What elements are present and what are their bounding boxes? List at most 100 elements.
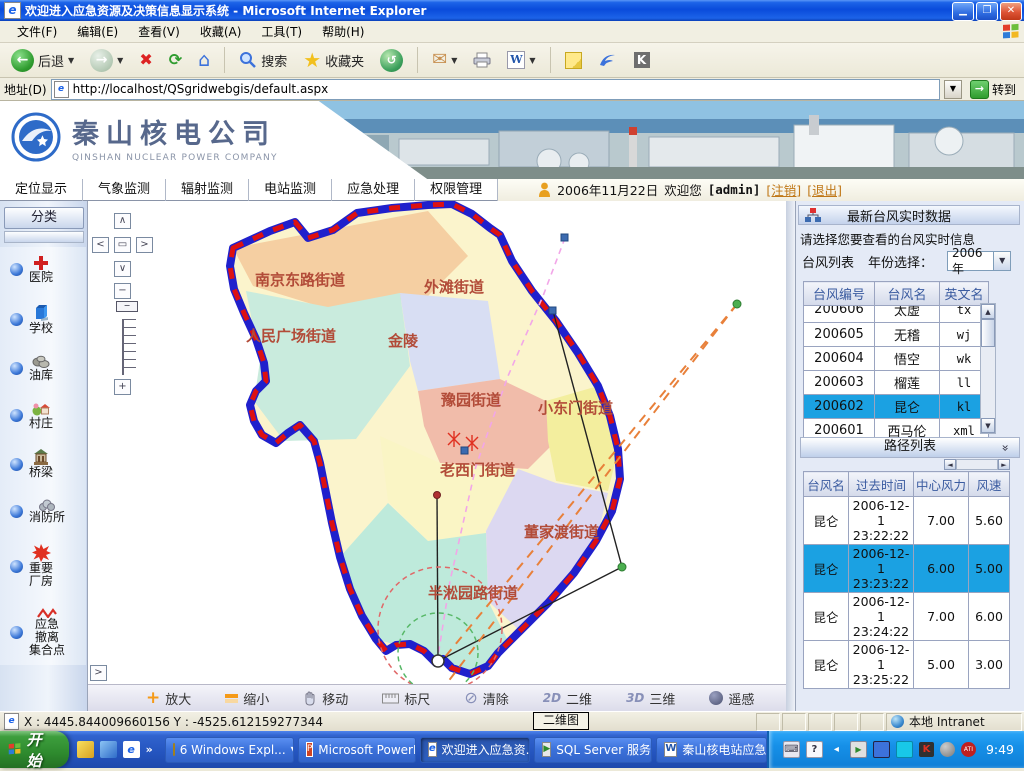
scroll-up-icon[interactable]: ▲ bbox=[981, 304, 995, 319]
typhoon-row[interactable]: 200605 无稽 wj bbox=[804, 323, 989, 347]
zoom-plus-button[interactable]: + bbox=[114, 379, 131, 395]
detail-row[interactable]: 昆仑 2006-12-1 23:22:22 7.00 5.60 bbox=[804, 497, 1010, 545]
pan-down-button[interactable]: ∨ bbox=[114, 261, 131, 277]
ati-tray-icon[interactable]: ATI bbox=[961, 742, 976, 757]
col-header-typhoon-id[interactable]: 台风编号 bbox=[804, 282, 875, 306]
scroll-left-icon[interactable]: ◄ bbox=[944, 459, 956, 470]
refresh-button[interactable]: ⟳ bbox=[164, 50, 187, 70]
col-header-name[interactable]: 台风名 bbox=[804, 472, 849, 497]
detail-row-selected[interactable]: 昆仑 2006-12-1 23:23:22 6.00 5.00 bbox=[804, 545, 1010, 593]
zoom-slider-handle[interactable]: − bbox=[116, 301, 138, 312]
pan-left-button[interactable]: < bbox=[92, 237, 109, 253]
logout-link[interactable]: [注销] bbox=[766, 180, 801, 199]
sidebar-item-oil-depot[interactable]: 油库 bbox=[0, 355, 86, 382]
mini-horizontal-scrollbar[interactable]: ◄ ► bbox=[944, 459, 1010, 470]
tab-location-display[interactable]: 定位显示 bbox=[0, 179, 83, 201]
maximize-button[interactable]: ❐ bbox=[976, 2, 998, 21]
sidebar-item-key-plant[interactable]: 重要 厂房 bbox=[0, 544, 86, 588]
task-ie-current[interactable]: e 欢迎进入应急资... bbox=[420, 737, 531, 763]
home-button[interactable]: ⌂ bbox=[193, 49, 215, 72]
messenger-button[interactable] bbox=[593, 50, 623, 70]
notes-button[interactable] bbox=[560, 50, 587, 71]
pan-right-button[interactable]: > bbox=[136, 237, 153, 253]
sidebar-item-school[interactable]: 学校 bbox=[0, 304, 86, 335]
mode-3d-tool[interactable]: 3D 三维 bbox=[626, 689, 675, 708]
typhoon-table-scrollbar[interactable]: ▲ ▼ bbox=[980, 303, 996, 434]
col-header-center-wind[interactable]: 中心风力 bbox=[914, 472, 969, 497]
zoom-out-tool[interactable]: 缩小 bbox=[225, 689, 269, 708]
edit-word-button[interactable]: W▼ bbox=[502, 49, 540, 71]
sidebar-expand-button[interactable]: > bbox=[90, 665, 107, 681]
quick-launch-ie-icon[interactable]: e bbox=[123, 741, 140, 758]
panel-splitter[interactable] bbox=[786, 201, 795, 711]
tab-permission-manage[interactable]: 权限管理 bbox=[415, 179, 498, 201]
address-input[interactable]: e http://localhost/QSgridwebgis/default.… bbox=[51, 79, 940, 100]
scroll-thumb[interactable] bbox=[981, 319, 995, 347]
exit-link[interactable]: [退出] bbox=[807, 180, 842, 199]
volume-tray-icon[interactable] bbox=[940, 742, 955, 757]
zoom-in-tool[interactable]: + 放大 bbox=[146, 689, 191, 708]
col-header-typhoon-name[interactable]: 台风名 bbox=[875, 282, 940, 306]
remote-sensing-tool[interactable]: 遥感 bbox=[709, 689, 754, 708]
sidebar-item-village[interactable]: 村庄 bbox=[0, 402, 86, 430]
keyboard-tray-icon[interactable]: ⌨ bbox=[783, 741, 800, 758]
go-button[interactable]: → 转到 bbox=[966, 79, 1020, 100]
tab-weather-monitor[interactable]: 气象监测 bbox=[83, 179, 166, 201]
pan-tool[interactable]: 移动 bbox=[303, 689, 348, 708]
sql-tray-icon[interactable]: ▶ bbox=[850, 741, 867, 758]
task-windows-explorer-group[interactable]: 6 Windows Expl... ▼ bbox=[165, 737, 294, 763]
favorites-button[interactable]: ★ 收藏夹 bbox=[298, 48, 369, 72]
menu-help[interactable]: 帮助(H) bbox=[313, 21, 373, 42]
path-list-bar[interactable]: 路径列表 » bbox=[800, 437, 1020, 458]
year-select[interactable]: 2006年 ▼ bbox=[947, 251, 1011, 271]
hide-icons-chevron[interactable]: ◂ bbox=[829, 742, 844, 757]
map-canvas[interactable]: 南京东路街道 外滩街道 人民广场街道 金陵 豫园街道 小东门街道 老西门街道 董… bbox=[88, 201, 795, 684]
tab-emergency-handling[interactable]: 应急处理 bbox=[332, 179, 415, 201]
typhoon-row-selected[interactable]: 200602 昆仑 kl bbox=[804, 395, 989, 419]
detail-row[interactable]: 昆仑 2006-12-1 23:25:22 5.00 3.00 bbox=[804, 641, 1010, 689]
col-header-past-time[interactable]: 过去时间 bbox=[849, 472, 914, 497]
start-button[interactable]: 开始 bbox=[0, 731, 69, 768]
print-button[interactable] bbox=[468, 50, 496, 70]
search-button[interactable]: 搜索 bbox=[234, 49, 292, 72]
menu-tools[interactable]: 工具(T) bbox=[252, 21, 311, 42]
taskbar-clock[interactable]: 9:49 bbox=[986, 742, 1014, 757]
task-word-doc[interactable]: W 秦山核电站应急... bbox=[656, 737, 767, 763]
typhoon-row[interactable]: 200606 太虚 tx bbox=[804, 306, 989, 323]
detail-row[interactable]: 昆仑 2006-12-1 23:24:22 7.00 6.00 bbox=[804, 593, 1010, 641]
antivirus-button[interactable]: K bbox=[629, 50, 655, 70]
address-dropdown-button[interactable]: ▼ bbox=[944, 80, 962, 99]
tab-station-monitor[interactable]: 电站监测 bbox=[249, 179, 332, 201]
mail-button[interactable]: ✉▼ bbox=[427, 49, 462, 71]
scroll-right-icon[interactable]: ► bbox=[998, 459, 1010, 470]
category-header[interactable]: 分类 bbox=[4, 207, 84, 229]
sidebar-item-fire-station[interactable]: 消防所 bbox=[0, 499, 86, 524]
sidebar-item-assembly-point[interactable]: 应急 撤离 集合点 bbox=[0, 608, 86, 657]
typhoon-row[interactable]: 200603 榴莲 ll bbox=[804, 371, 989, 395]
menu-favorites[interactable]: 收藏(A) bbox=[191, 21, 251, 42]
full-extent-button[interactable]: ▭ bbox=[114, 237, 131, 253]
history-button[interactable]: ↺ bbox=[375, 47, 408, 74]
menu-file[interactable]: 文件(F) bbox=[8, 21, 66, 42]
tab-radiation-monitor[interactable]: 辐射监测 bbox=[166, 179, 249, 201]
quick-launch-icon[interactable] bbox=[100, 741, 117, 758]
scroll-down-icon[interactable]: ▼ bbox=[981, 418, 995, 433]
clear-tool[interactable]: ⊘ 清除 bbox=[464, 689, 508, 708]
task-powerpoint[interactable]: P Microsoft PowerP... bbox=[298, 737, 416, 763]
help-tray-icon[interactable]: ? bbox=[806, 741, 823, 758]
back-button[interactable]: ← 后退▼ bbox=[6, 47, 79, 74]
quick-launch-overflow-icon[interactable]: » bbox=[146, 743, 153, 756]
network-tray-icon[interactable] bbox=[873, 741, 890, 758]
menu-edit[interactable]: 编辑(E) bbox=[68, 21, 127, 42]
sidebar-item-bridge[interactable]: 桥梁 bbox=[0, 449, 86, 479]
task-sql-server[interactable]: ▶ SQL Server 服务... bbox=[534, 737, 652, 763]
stop-button[interactable]: ✖ bbox=[134, 50, 157, 70]
menu-view[interactable]: 查看(V) bbox=[129, 21, 189, 42]
mode-2d-tool[interactable]: 2D 二维 bbox=[543, 689, 592, 708]
ruler-tool[interactable]: 标尺 bbox=[382, 689, 430, 708]
minimize-button[interactable]: ▁ bbox=[952, 2, 974, 21]
col-header-typhoon-en[interactable]: 英文名 bbox=[940, 282, 989, 306]
zoom-minus-button[interactable]: − bbox=[114, 283, 131, 299]
quick-launch-icon[interactable] bbox=[77, 741, 94, 758]
sidebar-item-hospital[interactable]: 医院 bbox=[0, 255, 86, 284]
